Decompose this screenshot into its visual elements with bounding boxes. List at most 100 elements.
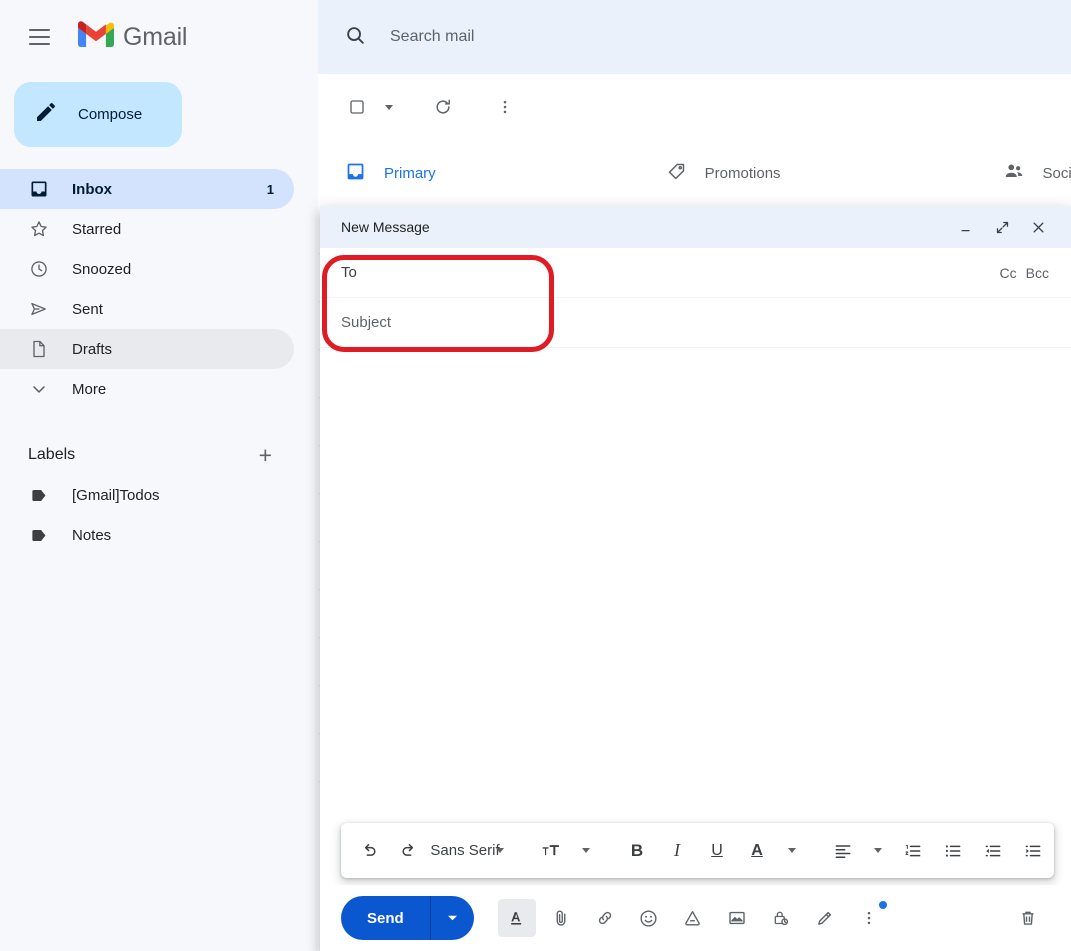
- sidebar-label-text: Notes: [72, 526, 112, 544]
- font-size-icon[interactable]: [536, 833, 566, 869]
- refresh-icon[interactable]: [423, 87, 463, 127]
- text-color-caret-icon[interactable]: [782, 833, 802, 869]
- compose-header[interactable]: New Message: [320, 206, 1071, 248]
- sidebar-label-notes[interactable]: Notes: [0, 515, 294, 555]
- close-icon[interactable]: [1027, 216, 1049, 238]
- inbox-icon: [345, 161, 366, 186]
- undo-icon[interactable]: [354, 833, 384, 869]
- labels-header: Labels +: [0, 435, 294, 475]
- bold-button[interactable]: B: [622, 833, 652, 869]
- sidebar-nav: Inbox 1 Starred Snoozed Sent Drafts More: [0, 169, 318, 409]
- redo-icon[interactable]: [394, 833, 424, 869]
- compose-button[interactable]: Compose: [14, 82, 182, 147]
- hamburger-menu-icon[interactable]: [22, 20, 56, 54]
- send-options-caret-icon[interactable]: [431, 914, 474, 922]
- more-vertical-icon[interactable]: [850, 899, 888, 937]
- tab-label: Promotions: [704, 164, 781, 182]
- chevron-down-icon: [27, 377, 51, 401]
- bulleted-list-icon[interactable]: [938, 833, 968, 869]
- link-icon[interactable]: [586, 899, 624, 937]
- inbox-icon: [27, 177, 51, 201]
- underline-button[interactable]: U: [702, 833, 732, 869]
- subject-input[interactable]: Subject: [341, 314, 1049, 331]
- sidebar-label-text: [Gmail]Todos: [72, 486, 160, 504]
- text-color-button[interactable]: A: [742, 833, 772, 869]
- italic-button[interactable]: I: [662, 833, 692, 869]
- search-bar[interactable]: Search mail: [318, 0, 1071, 74]
- tab-label: Social: [1042, 164, 1071, 182]
- gmail-logo-icon: [78, 21, 114, 53]
- send-button[interactable]: Send: [341, 896, 474, 940]
- tab-label: Primary: [384, 164, 436, 182]
- tab-social[interactable]: Social: [1003, 140, 1071, 206]
- insert-photo-icon[interactable]: [718, 899, 756, 937]
- people-icon: [1003, 160, 1025, 186]
- compose-subject-field[interactable]: Subject: [320, 298, 1071, 348]
- checkbox-empty-icon[interactable]: [337, 87, 377, 127]
- inbox-unread-count: 1: [266, 181, 274, 197]
- sidebar-item-label: Drafts: [72, 340, 113, 358]
- sidebar-item-label: Inbox: [72, 180, 112, 198]
- sidebar-item-label: Sent: [72, 300, 103, 318]
- send-button-label: Send: [367, 909, 404, 927]
- bcc-link[interactable]: Bcc: [1026, 265, 1049, 281]
- indent-increase-icon[interactable]: [1018, 833, 1048, 869]
- app-header: Gmail: [0, 0, 318, 74]
- align-left-icon[interactable]: [828, 833, 858, 869]
- tab-promotions[interactable]: Promotions: [666, 140, 781, 206]
- trash-icon[interactable]: [1009, 899, 1047, 937]
- font-family-dropdown[interactable]: Sans Serif: [430, 833, 499, 869]
- sidebar-label-gmail-todos[interactable]: [Gmail]Todos: [0, 475, 294, 515]
- compose-window: New Message To Cc Bcc Subject Sans Serif…: [320, 206, 1071, 951]
- minimize-icon[interactable]: [955, 216, 977, 238]
- numbered-list-icon[interactable]: [898, 833, 928, 869]
- cc-bcc-links: Cc Bcc: [1000, 265, 1049, 281]
- sidebar-item-starred[interactable]: Starred: [0, 209, 294, 249]
- labels-title: Labels: [28, 446, 76, 463]
- cc-link[interactable]: Cc: [1000, 265, 1017, 281]
- more-vertical-icon[interactable]: [485, 87, 525, 127]
- compose-title: New Message: [341, 219, 430, 235]
- gmail-app: Gmail Compose Inbox 1 Starred Snoozed Se…: [0, 0, 1071, 951]
- sidebar-item-sent[interactable]: Sent: [0, 289, 294, 329]
- formatting-toolbar: Sans Serif B I U A: [341, 823, 1054, 878]
- star-icon: [27, 217, 51, 241]
- draft-icon: [27, 337, 51, 361]
- select-dropdown-caret-icon[interactable]: [377, 87, 401, 127]
- sidebar-item-drafts[interactable]: Drafts: [0, 329, 294, 369]
- font-size-caret-icon[interactable]: [576, 833, 596, 869]
- compose-button-label: Compose: [78, 106, 143, 123]
- compose-body-editor[interactable]: [320, 348, 1071, 813]
- align-caret-icon[interactable]: [868, 833, 888, 869]
- confidential-lock-icon[interactable]: [762, 899, 800, 937]
- label-tag-icon: [27, 523, 51, 547]
- clock-icon: [27, 257, 51, 281]
- notification-dot: [878, 901, 887, 909]
- tab-primary[interactable]: Primary: [345, 140, 436, 206]
- signature-pen-icon[interactable]: [806, 899, 844, 937]
- search-input[interactable]: Search mail: [390, 28, 474, 46]
- sidebar-item-snoozed[interactable]: Snoozed: [0, 249, 294, 289]
- font-family-caret-icon[interactable]: [490, 833, 510, 869]
- gmail-logo[interactable]: Gmail: [78, 21, 187, 53]
- sidebar-item-label: Starred: [72, 220, 122, 238]
- expand-icon[interactable]: [991, 216, 1013, 238]
- list-toolbar: [318, 74, 1071, 140]
- to-input[interactable]: To: [341, 264, 1000, 281]
- attachment-icon[interactable]: [542, 899, 580, 937]
- format-text-icon[interactable]: [497, 899, 536, 937]
- plus-icon[interactable]: +: [259, 443, 272, 467]
- search-icon: [344, 24, 366, 51]
- compose-action-bar: Send: [320, 885, 1071, 951]
- emoji-icon[interactable]: [630, 899, 668, 937]
- gmail-wordmark: Gmail: [123, 22, 188, 51]
- sidebar-item-label: Snoozed: [72, 260, 132, 278]
- pencil-icon: [34, 100, 58, 129]
- sidebar-item-inbox[interactable]: Inbox 1: [0, 169, 294, 209]
- sidebar-item-more[interactable]: More: [0, 369, 294, 409]
- compose-to-field[interactable]: To Cc Bcc: [320, 248, 1071, 298]
- google-drive-icon[interactable]: [674, 899, 712, 937]
- indent-decrease-icon[interactable]: [978, 833, 1008, 869]
- send-icon: [27, 297, 51, 321]
- labels-list: [Gmail]Todos Notes: [0, 475, 318, 555]
